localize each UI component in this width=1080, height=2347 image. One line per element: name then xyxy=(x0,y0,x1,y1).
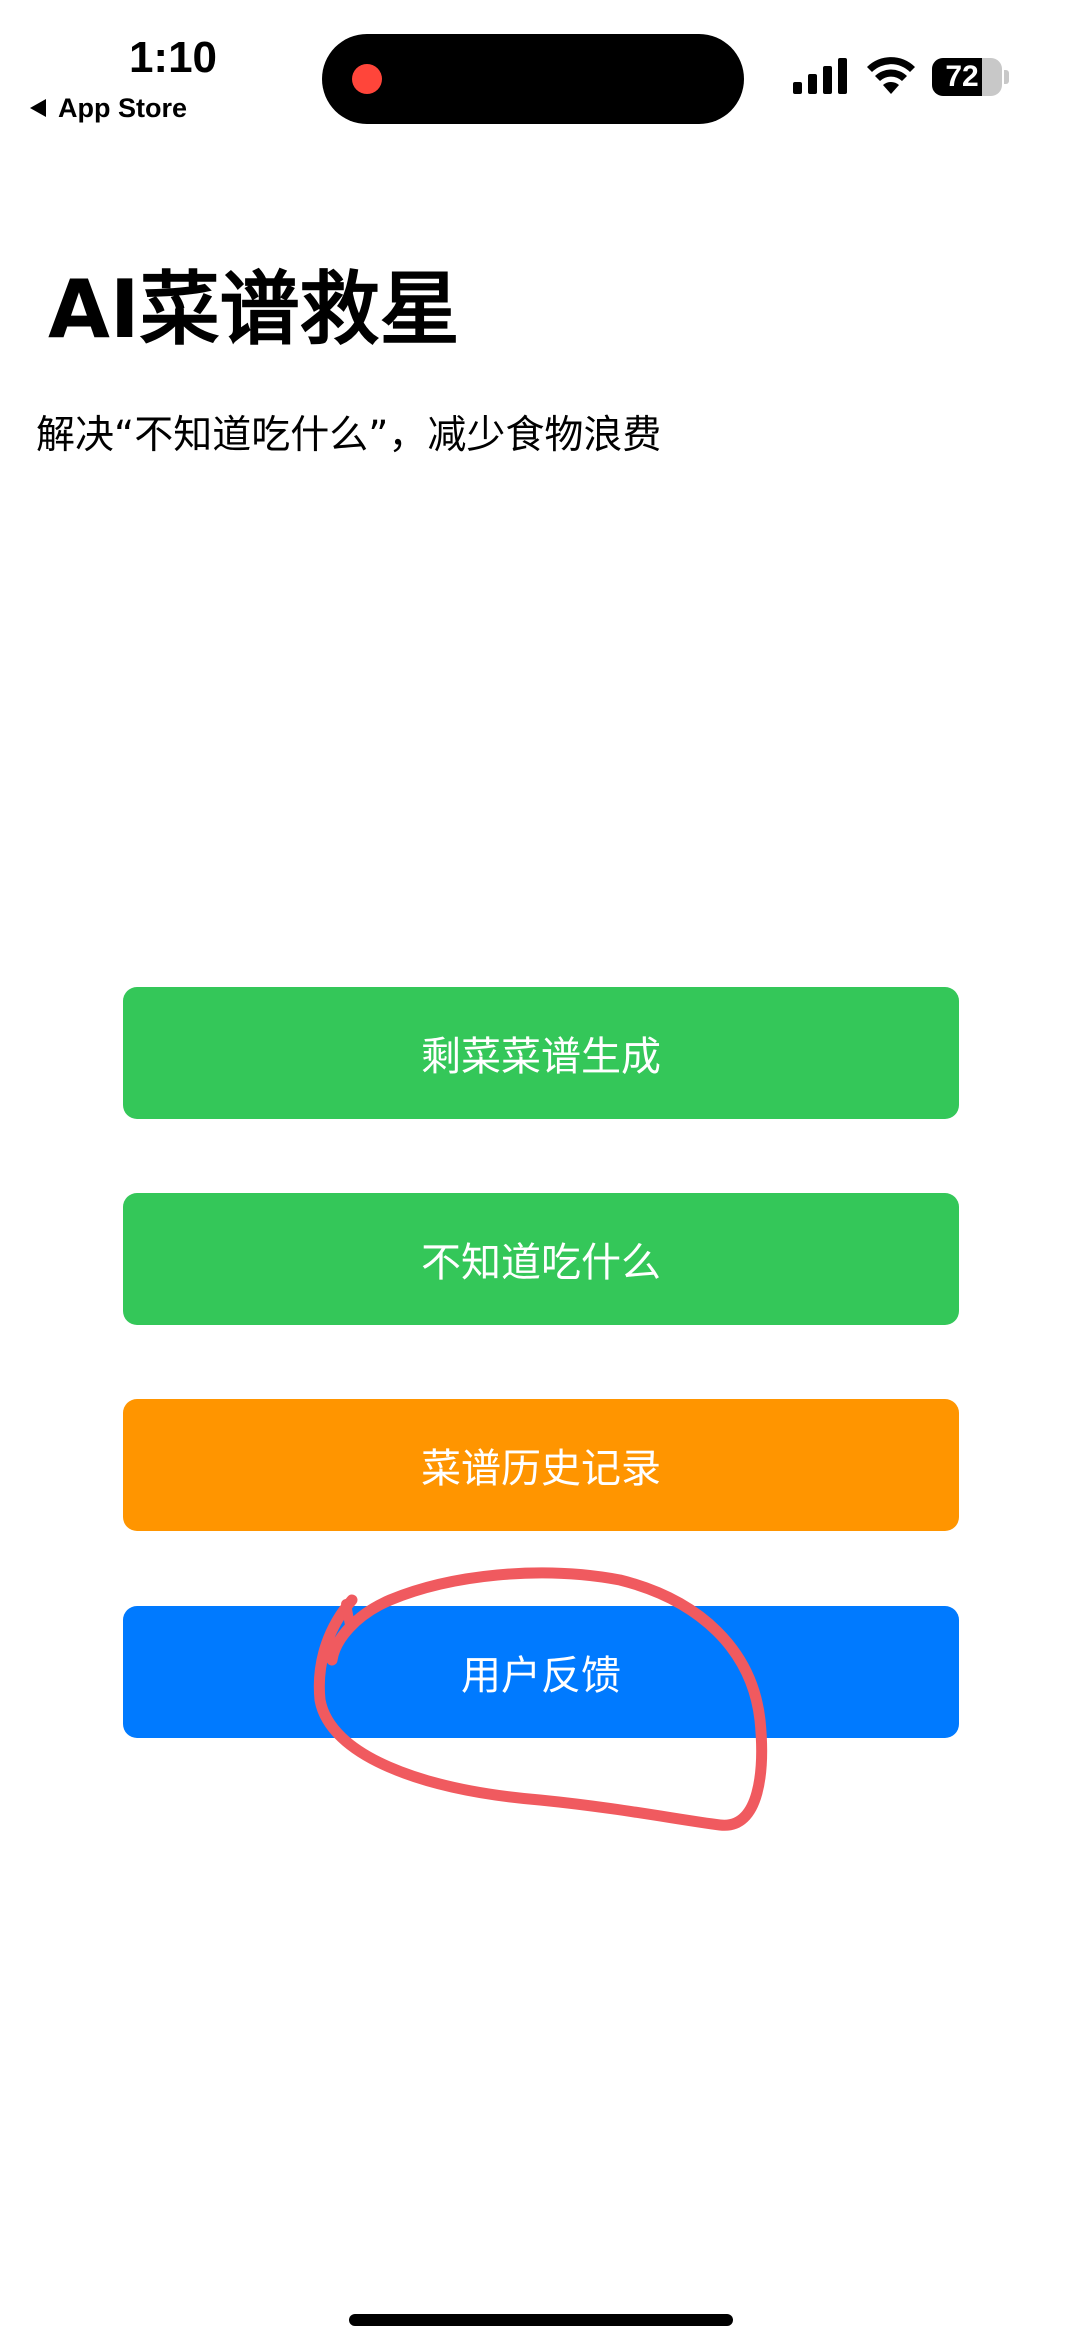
recording-dot-icon xyxy=(352,64,382,94)
battery-cap xyxy=(1004,70,1009,84)
user-feedback-button[interactable]: 用户反馈 xyxy=(123,1606,959,1738)
back-to-app-store-link[interactable]: App Store xyxy=(30,90,187,126)
recipe-history-button[interactable]: 菜谱历史记录 xyxy=(123,1399,959,1531)
home-indicator[interactable] xyxy=(349,2314,733,2326)
battery-icon: 72 xyxy=(932,58,1009,96)
page-title: AI菜谱救星 xyxy=(48,263,460,356)
signal-icon xyxy=(793,58,847,94)
back-link-label: App Store xyxy=(58,92,188,123)
page-subtitle: 解决“不知道吃什么”，减少食物浪费 xyxy=(36,413,662,458)
dont-know-what-to-eat-button[interactable]: 不知道吃什么 xyxy=(123,1193,959,1325)
wifi-icon xyxy=(867,57,915,94)
battery-percentage: 72 xyxy=(945,60,979,93)
back-arrow-icon xyxy=(30,99,46,117)
status-time: 1:10 xyxy=(128,33,218,82)
leftover-recipe-button[interactable]: 剩菜菜谱生成 xyxy=(123,987,959,1119)
battery-body: 72 xyxy=(932,58,1002,96)
dynamic-island xyxy=(322,34,744,124)
